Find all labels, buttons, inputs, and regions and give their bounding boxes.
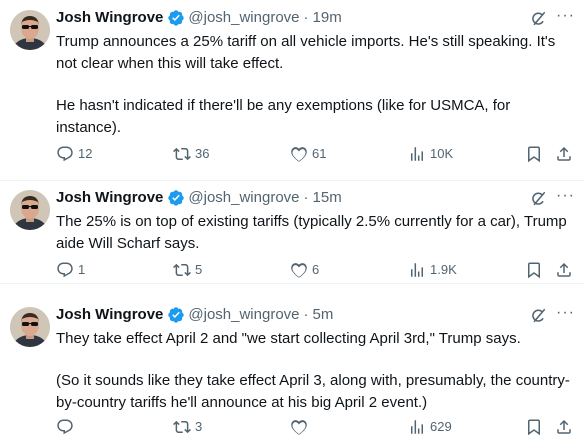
author-handle[interactable]: @josh_wingrove xyxy=(188,8,299,28)
retweet-icon xyxy=(173,263,191,277)
divider xyxy=(0,283,584,284)
share-icon xyxy=(557,419,571,434)
timestamp[interactable]: 19m xyxy=(313,8,342,28)
tweet-text: They take effect April 2 and "we start c… xyxy=(56,328,576,414)
separator: · xyxy=(303,189,309,206)
heart-icon xyxy=(291,263,307,278)
tweet-paragraph: They take effect April 2 and "we start c… xyxy=(56,330,521,347)
bookmark-icon xyxy=(528,262,540,279)
tweet-header: Josh Wingrove @josh_wingrove · 19m xyxy=(56,8,342,28)
tweet-paragraph: He hasn't indicated if there'll be any e… xyxy=(56,97,511,136)
retweet-icon xyxy=(173,420,191,434)
views-icon xyxy=(411,420,423,434)
grok-icon[interactable] xyxy=(529,307,547,325)
tweet-header: Josh Wingrove @josh_wingrove · 15m xyxy=(56,188,342,208)
retweet-count: 5 xyxy=(195,262,203,277)
tweet-text: The 25% is on top of existing tariffs (t… xyxy=(56,211,576,255)
timestamp[interactable]: 15m xyxy=(313,188,342,208)
author-name[interactable]: Josh Wingrove xyxy=(56,8,163,28)
tweet-text: Trump announces a 25% tariff on all vehi… xyxy=(56,31,576,139)
bookmark-button[interactable] xyxy=(525,418,543,436)
views-icon xyxy=(411,147,423,161)
reply-button[interactable]: 12 xyxy=(56,145,92,163)
action-bar: 1 5 6 1.9K xyxy=(56,261,576,281)
more-options-icon[interactable]: ··· xyxy=(556,7,575,25)
heart-icon xyxy=(291,420,307,435)
views-icon xyxy=(411,263,423,277)
tweet-header: Josh Wingrove @josh_wingrove · 5m xyxy=(56,305,333,325)
action-bar: 12 36 61 10K xyxy=(56,145,576,165)
reply-icon xyxy=(57,419,73,435)
like-button[interactable]: 61 xyxy=(290,145,326,163)
like-count: 6 xyxy=(312,262,320,277)
reply-button[interactable] xyxy=(56,418,78,436)
author-handle[interactable]: @josh_wingrove xyxy=(188,188,299,208)
reply-button[interactable]: 1 xyxy=(56,261,85,279)
author-name[interactable]: Josh Wingrove xyxy=(56,188,163,208)
reply-count: 12 xyxy=(78,146,93,161)
tweet[interactable]: Josh Wingrove @josh_wingrove · 15m ··· T… xyxy=(0,180,584,283)
views-button[interactable]: 1.9K xyxy=(408,261,457,279)
tweet[interactable]: Josh Wingrove @josh_wingrove · 19m ··· T… xyxy=(0,0,584,180)
heart-icon xyxy=(291,147,307,162)
reply-icon xyxy=(57,146,73,162)
avatar[interactable] xyxy=(10,10,50,50)
reply-icon xyxy=(57,262,73,278)
separator: · xyxy=(303,9,309,26)
bookmark-icon xyxy=(528,419,540,436)
bookmark-button[interactable] xyxy=(525,261,543,279)
author-handle[interactable]: @josh_wingrove xyxy=(188,305,299,325)
retweet-count: 36 xyxy=(195,146,210,161)
grok-icon[interactable] xyxy=(529,190,547,208)
retweet-button[interactable]: 5 xyxy=(173,261,202,279)
retweet-button[interactable]: 36 xyxy=(173,145,209,163)
like-button[interactable] xyxy=(290,418,312,436)
share-icon xyxy=(557,146,571,161)
bookmark-icon xyxy=(528,146,540,163)
tweet-paragraph: (So it sounds like they take effect Apri… xyxy=(56,372,570,411)
verified-badge-icon[interactable] xyxy=(167,306,185,324)
bookmark-button[interactable] xyxy=(525,145,543,163)
action-bar: 3 629 xyxy=(56,418,576,438)
verified-badge-icon[interactable] xyxy=(167,189,185,207)
views-button[interactable]: 10K xyxy=(408,145,453,163)
grok-icon[interactable] xyxy=(529,10,547,28)
tweet-paragraph: Trump announces a 25% tariff on all vehi… xyxy=(56,33,556,72)
view-count: 1.9K xyxy=(430,262,457,277)
tweet[interactable]: Josh Wingrove @josh_wingrove · 5m ··· Th… xyxy=(0,297,584,446)
more-options-icon[interactable]: ··· xyxy=(556,187,575,205)
verified-badge-icon[interactable] xyxy=(167,9,185,27)
avatar[interactable] xyxy=(10,190,50,230)
share-button[interactable] xyxy=(555,418,573,436)
separator: · xyxy=(303,306,309,323)
tweet-paragraph: The 25% is on top of existing tariffs (t… xyxy=(56,213,567,252)
like-button[interactable]: 6 xyxy=(290,261,319,279)
timestamp[interactable]: 5m xyxy=(313,305,334,325)
author-name[interactable]: Josh Wingrove xyxy=(56,305,163,325)
view-count: 629 xyxy=(430,419,452,434)
more-options-icon[interactable]: ··· xyxy=(556,304,575,322)
like-count: 61 xyxy=(312,146,327,161)
avatar[interactable] xyxy=(10,307,50,347)
reply-count: 1 xyxy=(78,262,86,277)
retweet-button[interactable]: 3 xyxy=(173,418,202,436)
retweet-icon xyxy=(173,147,191,161)
share-button[interactable] xyxy=(555,261,573,279)
retweet-count: 3 xyxy=(195,419,203,434)
share-icon xyxy=(557,262,571,277)
view-count: 10K xyxy=(430,146,454,161)
views-button[interactable]: 629 xyxy=(408,418,452,436)
share-button[interactable] xyxy=(555,145,573,163)
